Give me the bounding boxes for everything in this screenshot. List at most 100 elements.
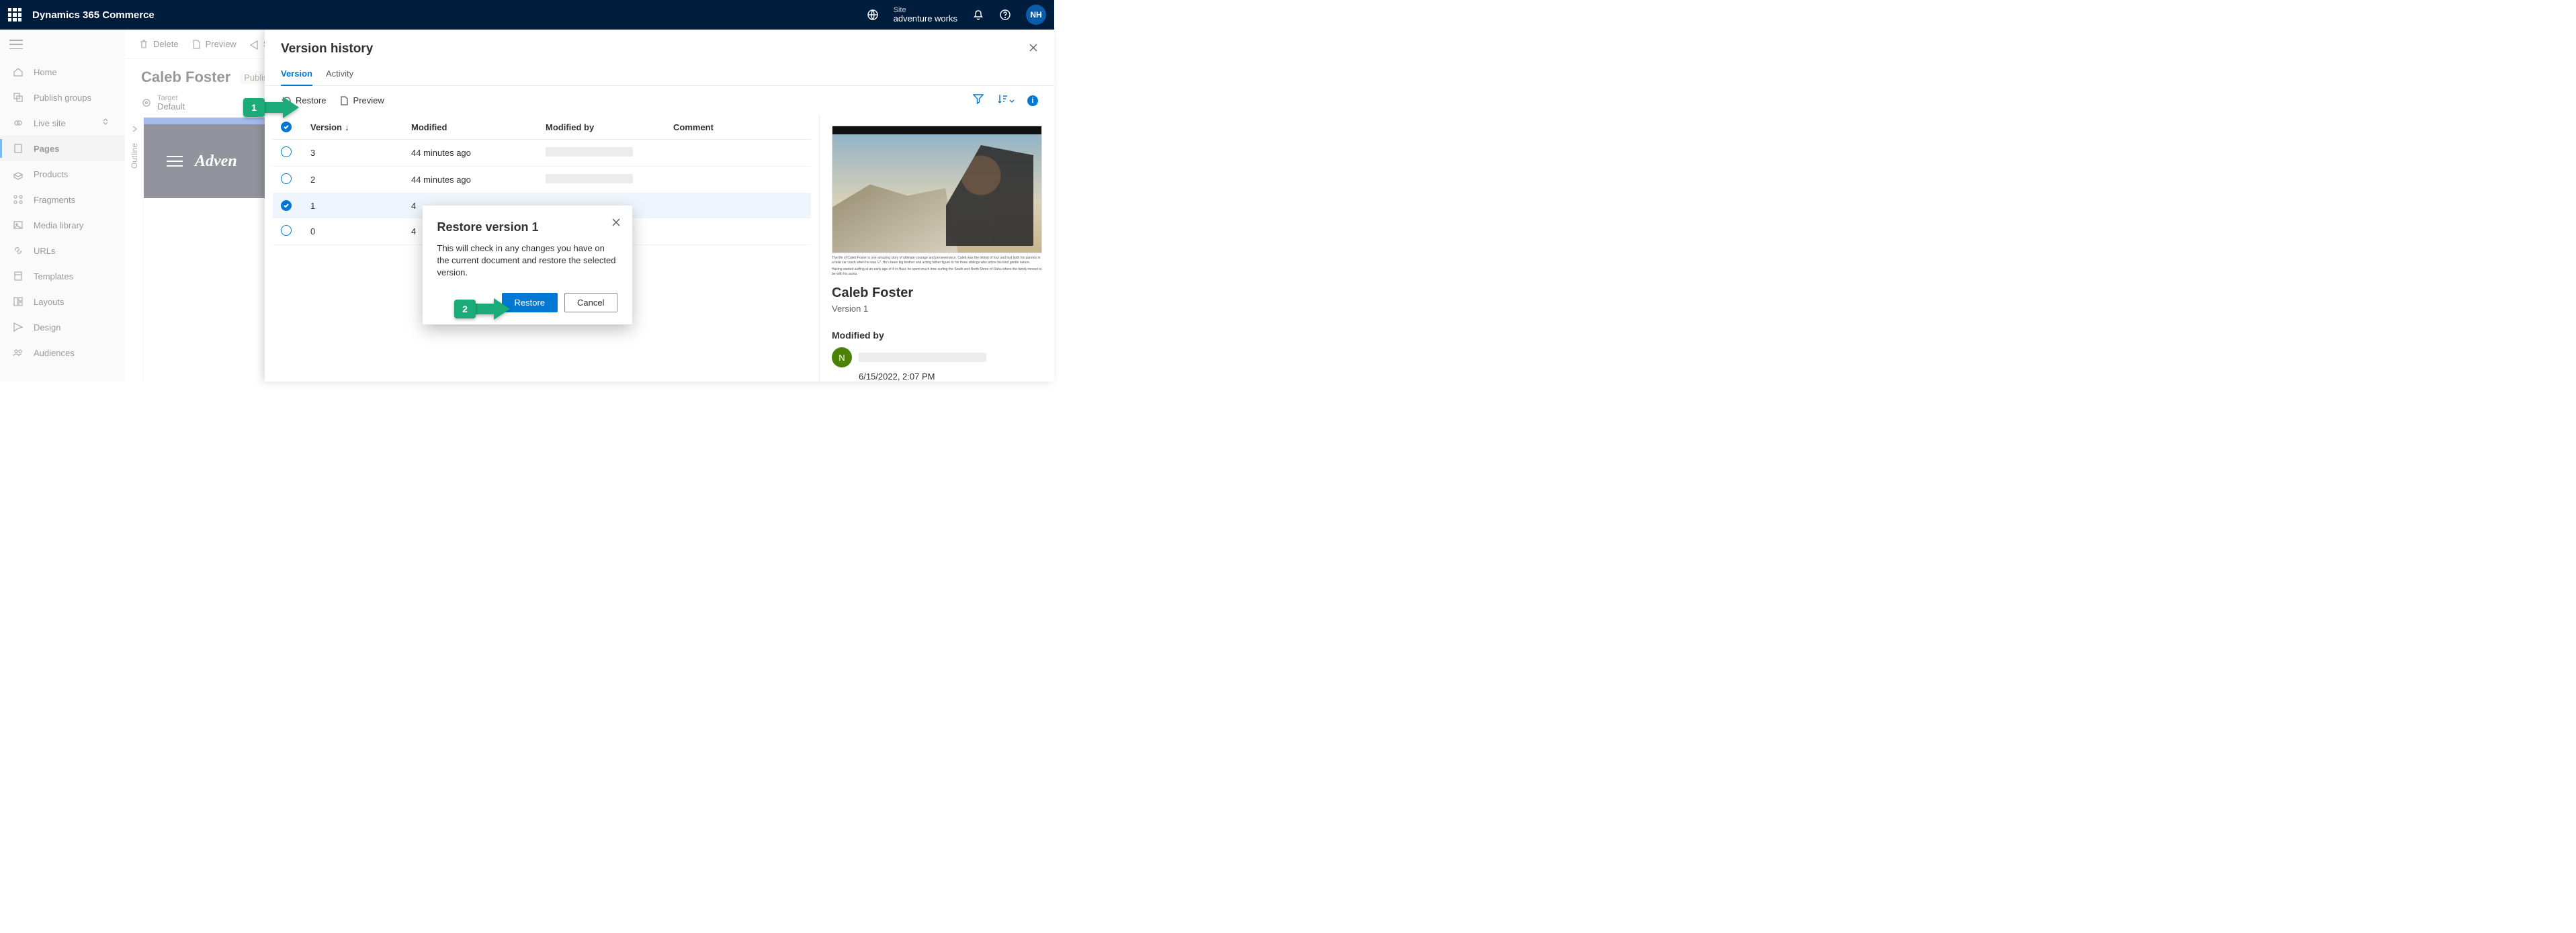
collapse-icon[interactable] — [9, 40, 23, 49]
nav-label: Templates — [34, 271, 73, 281]
arrow-num: 1 — [243, 98, 265, 117]
cell-modified: 44 minutes ago — [411, 148, 546, 158]
nav-layouts[interactable]: Layouts — [0, 289, 125, 314]
target-value: Default — [157, 102, 185, 112]
detail-version: Version 1 — [832, 304, 1042, 314]
info-button[interactable]: i — [1027, 95, 1038, 106]
pv-menu-icon[interactable] — [167, 156, 183, 167]
nav-urls[interactable]: URLs — [0, 238, 125, 263]
nav-design[interactable]: Design — [0, 314, 125, 340]
bell-icon[interactable] — [972, 9, 984, 21]
sort-icon — [996, 93, 1008, 105]
tab-version[interactable]: Version — [281, 63, 312, 85]
table-row[interactable]: 2 44 minutes ago — [273, 167, 811, 193]
file-icon — [339, 95, 349, 106]
outline-rail: Outline — [125, 118, 144, 382]
detail-title: Caleb Foster — [832, 285, 1042, 301]
cell-modifiedby — [546, 174, 633, 183]
template-icon — [12, 270, 24, 282]
site-name: adventure works — [894, 14, 957, 24]
nav-media[interactable]: Media library — [0, 212, 125, 238]
btn-label: Restore — [296, 95, 327, 105]
thumbnail — [832, 126, 1042, 253]
delete-button[interactable]: Delete — [138, 39, 179, 50]
publish-icon — [12, 91, 24, 103]
mod-name — [859, 353, 986, 362]
preview-button[interactable]: Preview — [191, 39, 237, 50]
nav-label: Layouts — [34, 297, 65, 307]
trash-icon — [138, 39, 149, 50]
col-comment[interactable]: Comment — [673, 122, 803, 132]
nav-label: Fragments — [34, 195, 75, 205]
row-checkbox[interactable] — [281, 146, 292, 157]
pages-icon — [12, 142, 24, 154]
nav-home[interactable]: Home — [0, 59, 125, 85]
col-modified[interactable]: Modified — [411, 122, 546, 132]
detail-pane: The life of Caleb Foster is one amazing … — [819, 115, 1054, 382]
table-row[interactable]: 3 44 minutes ago — [273, 140, 811, 167]
cell-modifiedby — [546, 147, 633, 157]
mod-timestamp: 6/15/2022, 2:07 PM — [859, 371, 1042, 382]
filter-button[interactable] — [972, 93, 984, 108]
chevron-right-icon[interactable] — [130, 124, 139, 134]
col-modifiedby[interactable]: Modified by — [546, 122, 673, 132]
pv-brand: Adven — [195, 152, 237, 171]
layout-icon — [12, 296, 24, 308]
topnav: Dynamics 365 Commerce Site adventure wor… — [0, 0, 1054, 30]
col-version[interactable]: Version — [310, 122, 342, 132]
cell-version: 2 — [310, 175, 411, 185]
mod-avatar: N — [832, 347, 852, 367]
row-checkbox[interactable] — [281, 225, 292, 236]
share-icon — [249, 39, 259, 50]
help-icon[interactable] — [999, 9, 1011, 21]
btn-label: Preview — [353, 95, 384, 105]
thumb-blurb: The life of Caleb Foster is one amazing … — [832, 256, 1042, 265]
dialog-title: Restore version 1 — [437, 220, 617, 234]
file-icon — [191, 39, 202, 50]
nav-label: Products — [34, 169, 68, 179]
nav-label: Media library — [34, 220, 83, 230]
avatar[interactable]: NH — [1026, 5, 1046, 25]
home-icon — [12, 66, 24, 78]
panel-toolbar: Restore Preview i — [265, 86, 1054, 115]
nav-publish-groups[interactable]: Publish groups — [0, 85, 125, 110]
nav-products[interactable]: Products — [0, 161, 125, 187]
cell-version: 0 — [310, 226, 411, 236]
close-icon — [612, 218, 620, 226]
nav-audiences[interactable]: Audiences — [0, 340, 125, 365]
outline-label: Outline — [130, 143, 139, 169]
nav-fragments[interactable]: Fragments — [0, 187, 125, 212]
site-picker[interactable]: Site adventure works — [894, 6, 957, 24]
nav-label: URLs — [34, 246, 56, 256]
app-launcher-icon[interactable] — [8, 8, 22, 21]
nav-live-site[interactable]: Live site — [0, 110, 125, 136]
close-button[interactable] — [1029, 43, 1038, 56]
detail-modlabel: Modified by — [832, 330, 1042, 341]
panel-title: Version history — [281, 42, 373, 56]
filter-icon — [972, 93, 984, 105]
dialog-cancel-button[interactable]: Cancel — [564, 293, 617, 312]
sort-button[interactable] — [996, 93, 1015, 108]
cell-version: 3 — [310, 148, 411, 158]
page-title: Caleb Foster — [141, 69, 230, 86]
leftnav: Home Publish groups Live site Pages Prod… — [0, 30, 125, 382]
btn-label: Delete — [153, 39, 179, 49]
nav-label: Design — [34, 322, 60, 332]
nav-templates[interactable]: Templates — [0, 263, 125, 289]
dialog-close-button[interactable] — [612, 218, 620, 230]
nav-pages[interactable]: Pages — [0, 136, 125, 161]
link-icon — [12, 245, 24, 257]
nav-label: Audiences — [34, 348, 75, 358]
chevron-updown-icon — [101, 117, 113, 129]
row-checkbox[interactable] — [281, 200, 292, 211]
livesite-icon — [12, 117, 24, 129]
row-checkbox[interactable] — [281, 173, 292, 184]
globe-icon[interactable] — [867, 9, 879, 21]
annotation-arrow-2: 2 — [454, 297, 511, 321]
select-all-checkbox[interactable] — [281, 122, 292, 132]
tab-activity[interactable]: Activity — [326, 63, 353, 85]
nav-label: Home — [34, 67, 57, 77]
panel-tabs: Version Activity — [265, 63, 1054, 86]
preview-button[interactable]: Preview — [339, 95, 384, 106]
brand: Dynamics 365 Commerce — [32, 9, 155, 21]
